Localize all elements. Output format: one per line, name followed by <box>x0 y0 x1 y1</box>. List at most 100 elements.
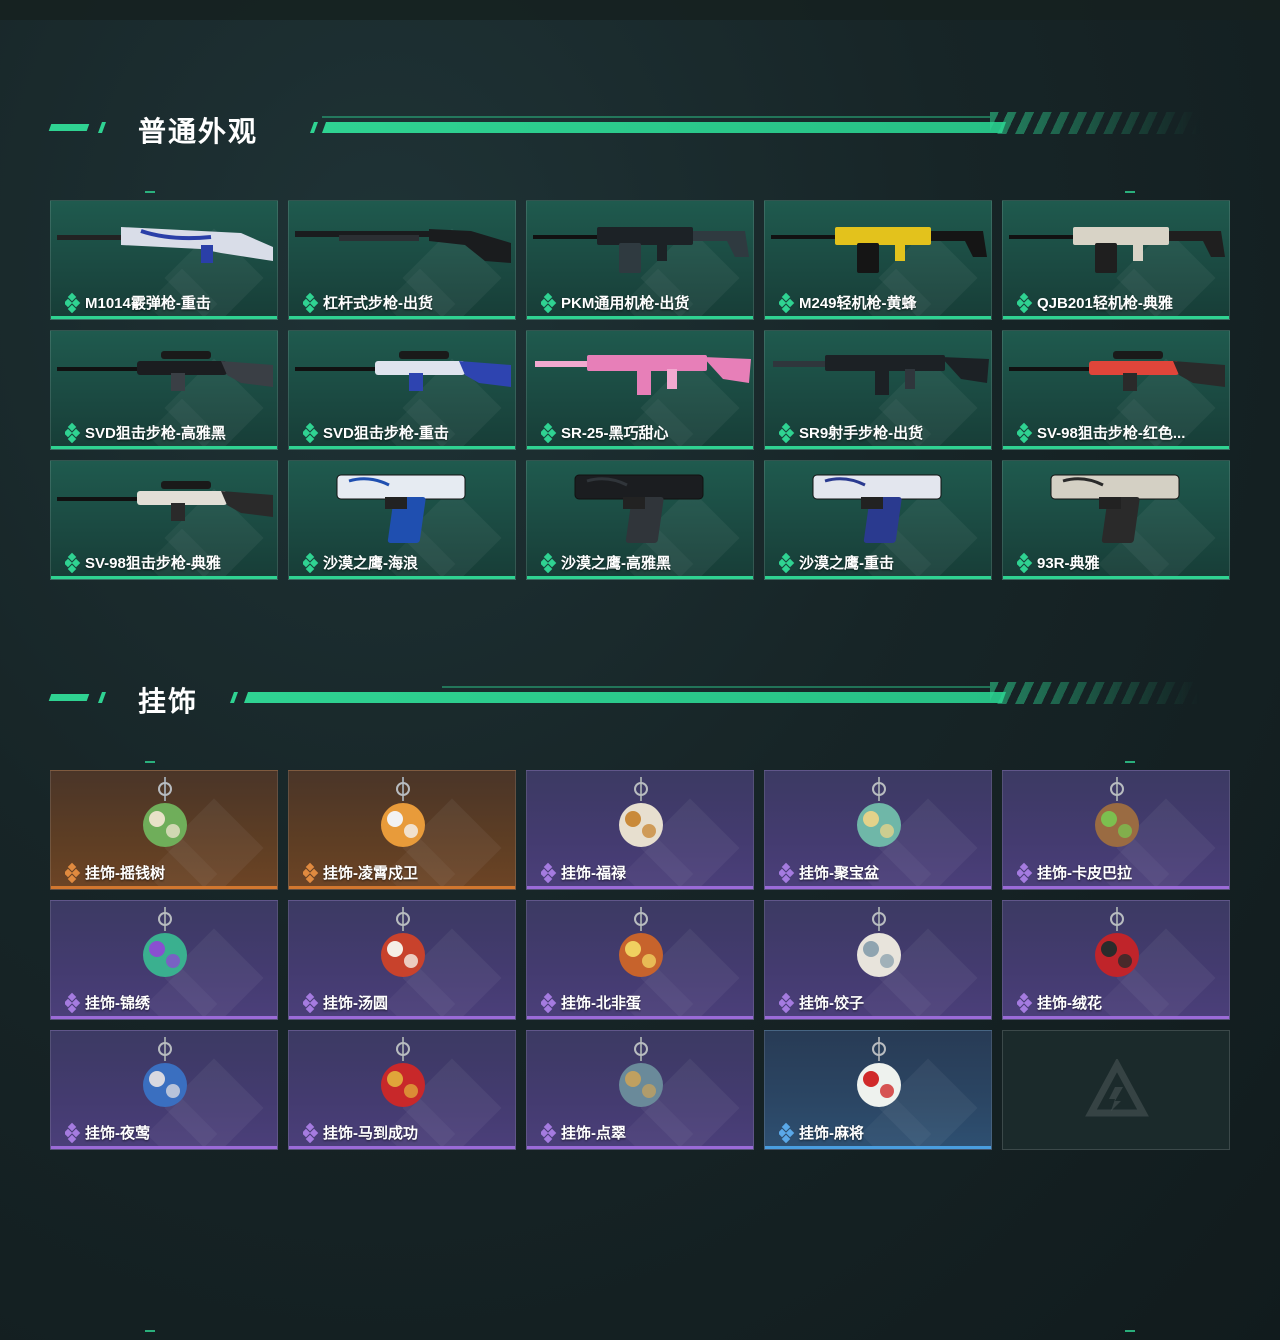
rarity-diamond-icon <box>541 422 557 443</box>
charm-card[interactable]: 挂饰-夜莺 <box>50 1030 278 1150</box>
rarity-diamond-icon <box>779 992 795 1013</box>
charm-card[interactable]: 挂饰-卡皮巴拉 <box>1002 770 1230 890</box>
charm-card[interactable]: 挂饰-点翠 <box>526 1030 754 1150</box>
skin-card[interactable]: PKM通用机枪-出货 <box>526 200 754 320</box>
charm-card[interactable]: 挂饰-锦绣 <box>50 900 278 1020</box>
weapon-skin-image <box>295 351 511 391</box>
rarity-diamond-icon <box>779 552 795 573</box>
item-name: 挂饰-福禄 <box>561 865 626 882</box>
skin-card[interactable]: SR-25-黑巧甜心 <box>526 330 754 450</box>
rarity-bar <box>765 886 991 889</box>
rarity-bar <box>765 1146 991 1149</box>
rarity-diamond-icon <box>303 292 319 313</box>
rarity-diamond-icon <box>65 292 81 313</box>
rarity-bar <box>527 886 753 889</box>
skin-card[interactable]: 沙漠之鹰-海浪 <box>288 460 516 580</box>
charm-card[interactable]: 挂饰-北非蛋 <box>526 900 754 1020</box>
charm-image <box>619 777 663 847</box>
weapon-skin-image <box>336 474 466 543</box>
skin-card[interactable]: 沙漠之鹰-重击 <box>764 460 992 580</box>
charm-card[interactable]: 挂饰-汤圆 <box>288 900 516 1020</box>
charm-card[interactable]: 挂饰-聚宝盆 <box>764 770 992 890</box>
card-label: SV-98狙击步枪-红色... <box>1017 422 1185 443</box>
card-label: 挂饰-麻将 <box>779 1122 864 1143</box>
rarity-bar <box>527 1016 753 1019</box>
corner-mark <box>1125 191 1135 193</box>
rarity-diamond-icon <box>303 1122 319 1143</box>
item-name: 沙漠之鹰-重击 <box>799 555 894 572</box>
skin-card[interactable]: SVD狙击步枪-高雅黑 <box>50 330 278 450</box>
rarity-diamond-icon <box>303 862 319 883</box>
charm-card[interactable]: 挂饰-麻将 <box>764 1030 992 1150</box>
weapon-skin-image <box>574 474 704 543</box>
skin-card[interactable]: M249轻机枪-黄蜂 <box>764 200 992 320</box>
skin-card[interactable]: 杠杆式步枪-出货 <box>288 200 516 320</box>
skin-card[interactable]: SVD狙击步枪-重击 <box>288 330 516 450</box>
charm-image <box>857 777 901 847</box>
rarity-bar <box>765 446 991 449</box>
charms-grid: 挂饰-摇钱树 挂饰-凌霄戍卫 挂饰-福禄 挂饰-聚宝盆 挂饰-卡皮巴拉 挂饰-锦… <box>50 770 1230 1150</box>
weapon-skin-image <box>295 229 511 263</box>
rarity-diamond-icon <box>541 552 557 573</box>
card-label: 挂饰-福禄 <box>541 862 626 883</box>
item-name: 挂饰-北非蛋 <box>561 995 641 1012</box>
card-label: SR-25-黑巧甜心 <box>541 422 669 443</box>
card-label: 挂饰-凌霄戍卫 <box>303 862 418 883</box>
rarity-diamond-icon <box>541 1122 557 1143</box>
weapon-skin-image <box>773 355 989 395</box>
card-label: 挂饰-夜莺 <box>65 1122 150 1143</box>
item-name: 挂饰-夜莺 <box>85 1125 150 1142</box>
item-name: 挂饰-汤圆 <box>323 995 388 1012</box>
rarity-bar <box>289 1146 515 1149</box>
header-accent-bar <box>243 692 1007 703</box>
charm-card[interactable]: 挂饰-福禄 <box>526 770 754 890</box>
section-title-charms: 挂饰 <box>138 686 199 717</box>
charm-card[interactable]: 挂饰-马到成功 <box>288 1030 516 1150</box>
item-name: SV-98狙击步枪-红色... <box>1037 425 1186 442</box>
corner-mark <box>145 1330 155 1332</box>
card-label: 挂饰-摇钱树 <box>65 862 165 883</box>
header-accent-tick <box>309 122 319 133</box>
skin-card[interactable]: M1014霰弹枪-重击 <box>50 200 278 320</box>
skin-card[interactable]: QJB201轻机枪-典雅 <box>1002 200 1230 320</box>
rarity-bar <box>1003 576 1229 579</box>
rarity-diamond-icon <box>779 292 795 313</box>
empty-slot <box>1002 1030 1230 1150</box>
card-label: SV-98狙击步枪-典雅 <box>65 552 221 573</box>
card-label: 挂饰-马到成功 <box>303 1122 418 1143</box>
charm-card[interactable]: 挂饰-凌霄戍卫 <box>288 770 516 890</box>
rarity-diamond-icon <box>779 422 795 443</box>
rarity-diamond-icon <box>303 992 319 1013</box>
skin-card[interactable]: SR9射手步枪-出货 <box>764 330 992 450</box>
rarity-bar <box>1003 886 1229 889</box>
top-bar <box>0 0 1280 20</box>
charm-image <box>143 777 187 847</box>
skin-card[interactable]: SV-98狙击步枪-典雅 <box>50 460 278 580</box>
rarity-bar <box>289 446 515 449</box>
charm-image <box>381 1037 425 1107</box>
card-label: 沙漠之鹰-高雅黑 <box>541 552 671 573</box>
rarity-bar <box>1003 1016 1229 1019</box>
rarity-bar <box>51 1146 277 1149</box>
rarity-diamond-icon <box>541 992 557 1013</box>
weapon-skin-image <box>57 227 273 263</box>
card-label: 挂饰-卡皮巴拉 <box>1017 862 1132 883</box>
weapon-skin-image <box>533 227 749 273</box>
item-name: 沙漠之鹰-高雅黑 <box>561 555 671 572</box>
charm-card[interactable]: 挂饰-摇钱树 <box>50 770 278 890</box>
charm-card[interactable]: 挂饰-绒花 <box>1002 900 1230 1020</box>
charm-image <box>619 907 663 977</box>
charm-image <box>143 907 187 977</box>
charm-card[interactable]: 挂饰-饺子 <box>764 900 992 1020</box>
header-thin-line <box>442 686 990 688</box>
skin-card[interactable]: SV-98狙击步枪-红色... <box>1002 330 1230 450</box>
item-name: 挂饰-麻将 <box>799 1125 864 1142</box>
header-checker-pattern <box>990 682 1200 704</box>
rarity-diamond-icon <box>65 422 81 443</box>
corner-mark <box>145 761 155 763</box>
item-name: 挂饰-饺子 <box>799 995 864 1012</box>
skin-card[interactable]: 沙漠之鹰-高雅黑 <box>526 460 754 580</box>
skin-card[interactable]: 93R-典雅 <box>1002 460 1230 580</box>
item-name: SR9射手步枪-出货 <box>799 425 924 442</box>
rarity-bar <box>289 316 515 319</box>
